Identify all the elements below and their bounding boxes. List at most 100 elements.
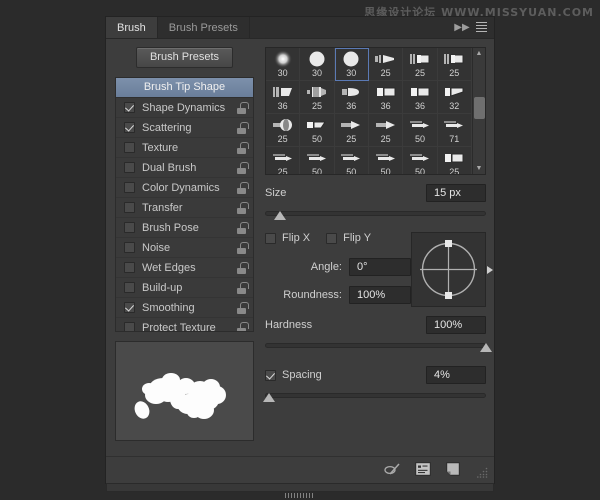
brush-tip-size: 25 [380,68,391,78]
brush-option-row[interactable]: Transfer [116,198,253,218]
brush-tip-cell[interactable]: 36 [266,81,301,114]
brush-tip-cell[interactable]: 30 [266,48,301,81]
flip-y-checkbox[interactable]: Flip Y [326,232,371,244]
lock-icon[interactable] [236,201,249,214]
brush-tip-cell[interactable]: 25 [437,48,472,81]
spacing-value[interactable]: 4% [426,366,486,384]
size-value[interactable]: 15 px [426,184,486,202]
brush-option-row[interactable]: Build-up [116,278,253,298]
brush-grid-scrollbar[interactable]: ▲ ▼ [472,48,485,174]
spacing-box[interactable] [265,369,276,381]
option-checkbox[interactable] [124,262,135,273]
brush-tip-cell[interactable]: 25 [368,48,404,81]
brush-tip-cell[interactable]: 36 [403,81,438,114]
option-checkbox[interactable] [124,242,135,253]
panel-menu-icon[interactable] [472,17,494,38]
spacing-checkbox[interactable]: Spacing [265,369,322,381]
lock-icon[interactable] [236,281,249,294]
angle-value[interactable]: 0° [349,258,411,276]
brush-tip-cell[interactable]: 50 [335,147,369,174]
spacing-slider[interactable] [263,389,486,403]
lock-icon[interactable] [236,141,249,154]
option-checkbox[interactable] [124,282,135,293]
lock-icon[interactable] [236,301,249,314]
brush-tip-shape-item[interactable]: Brush Tip Shape [116,78,253,98]
flip-x-box[interactable] [265,232,276,244]
brush-tip-cell[interactable]: 36 [334,81,369,114]
new-brush-preset-icon[interactable] [446,462,463,478]
option-checkbox[interactable] [124,302,135,313]
scrollbar-thumb[interactable] [473,97,485,119]
hardness-value[interactable]: 100% [426,316,486,334]
brush-tip-cell[interactable]: 50 [403,147,438,174]
lock-icon[interactable] [236,101,249,114]
scroll-down-arrow[interactable]: ▼ [476,163,483,174]
flip-x-checkbox[interactable]: Flip X [265,232,310,244]
brush-tip-cell[interactable]: 25 [368,114,404,147]
angle-roundness-control[interactable] [411,232,493,307]
option-checkbox[interactable] [124,162,135,173]
option-checkbox[interactable] [124,222,135,233]
scroll-up-arrow[interactable]: ▲ [476,48,483,59]
size-slider[interactable] [265,207,486,221]
open-preset-manager-icon[interactable] [415,462,432,478]
scrollbar-grip[interactable] [285,485,315,498]
brush-option-row[interactable]: Wet Edges [116,258,253,278]
brush-option-row[interactable]: Noise [116,238,253,258]
flip-y-box[interactable] [326,232,338,244]
lock-icon[interactable] [236,321,249,331]
option-checkbox[interactable] [124,182,135,193]
resize-grip[interactable] [477,465,488,478]
brush-options-list[interactable]: Brush Tip Shape Shape Dynamics Scattering… [115,77,254,332]
horizontal-scrollbar[interactable] [106,483,494,498]
lock-icon[interactable] [236,221,249,234]
double-chevron-right-icon[interactable]: ▶▶ [452,17,472,38]
brush-option-row[interactable]: Brush Pose [116,218,253,238]
roundness-value[interactable]: 100% [349,286,411,304]
brush-tip-cell[interactable]: 50 [369,147,404,174]
toggle-brush-dynamics-icon[interactable] [384,462,401,478]
brush-tip-icon [408,149,432,167]
brush-tip-cell[interactable]: 50 [300,147,335,174]
option-checkbox[interactable] [124,142,135,153]
brush-tip-cell[interactable]: 25 [438,147,472,174]
option-checkbox[interactable] [124,122,135,133]
brush-tip-cell[interactable]: 25 [266,147,301,174]
brush-option-row[interactable]: Protect Texture [116,318,253,331]
flip-y-label: Flip Y [343,232,372,244]
brush-presets-button[interactable]: Brush Presets [135,47,234,68]
brush-option-row[interactable]: Shape Dynamics [116,98,253,118]
lock-icon[interactable] [236,161,249,174]
lock-icon[interactable] [236,181,249,194]
brush-option-row[interactable]: Scattering [116,118,253,138]
brush-tip-cell[interactable]: 30 [334,48,369,81]
brush-option-row[interactable]: Smoothing [116,298,253,318]
brush-tip-cell[interactable]: 50 [300,114,335,147]
lock-icon[interactable] [236,261,249,274]
brush-tip-cell[interactable]: 25 [300,81,335,114]
brush-tip-grid[interactable]: 30 30 30 25 25 25 36 25 36 36 36 32 25 50 25 25 50 71 25 50… [265,47,486,175]
brush-option-row[interactable]: Dual Brush [116,158,253,178]
brush-tip-cell[interactable]: 36 [368,81,404,114]
spacing-slider-knob[interactable] [263,393,276,402]
brush-tip-cell[interactable]: 32 [437,81,472,114]
brush-tip-cell[interactable]: 25 [266,114,301,147]
brush-tip-cell[interactable]: 71 [437,114,472,147]
tab-brush[interactable]: Brush [106,17,158,38]
brush-option-row[interactable]: Color Dynamics [116,178,253,198]
lock-icon[interactable] [236,241,249,254]
brush-tip-cell[interactable]: 50 [403,114,438,147]
tab-brush-presets[interactable]: Brush Presets [158,17,250,38]
size-slider-knob[interactable] [274,211,287,220]
brush-option-row[interactable]: Texture [116,138,253,158]
option-checkbox[interactable] [124,202,135,213]
option-label: Noise [142,241,171,254]
option-checkbox[interactable] [124,102,135,113]
hardness-slider[interactable] [265,339,492,353]
brush-tip-cell[interactable]: 25 [334,114,369,147]
option-checkbox[interactable] [124,322,135,331]
brush-tip-cell[interactable]: 25 [403,48,438,81]
hardness-slider-knob[interactable] [480,343,492,352]
lock-icon[interactable] [236,121,249,134]
brush-tip-cell[interactable]: 30 [300,48,335,81]
